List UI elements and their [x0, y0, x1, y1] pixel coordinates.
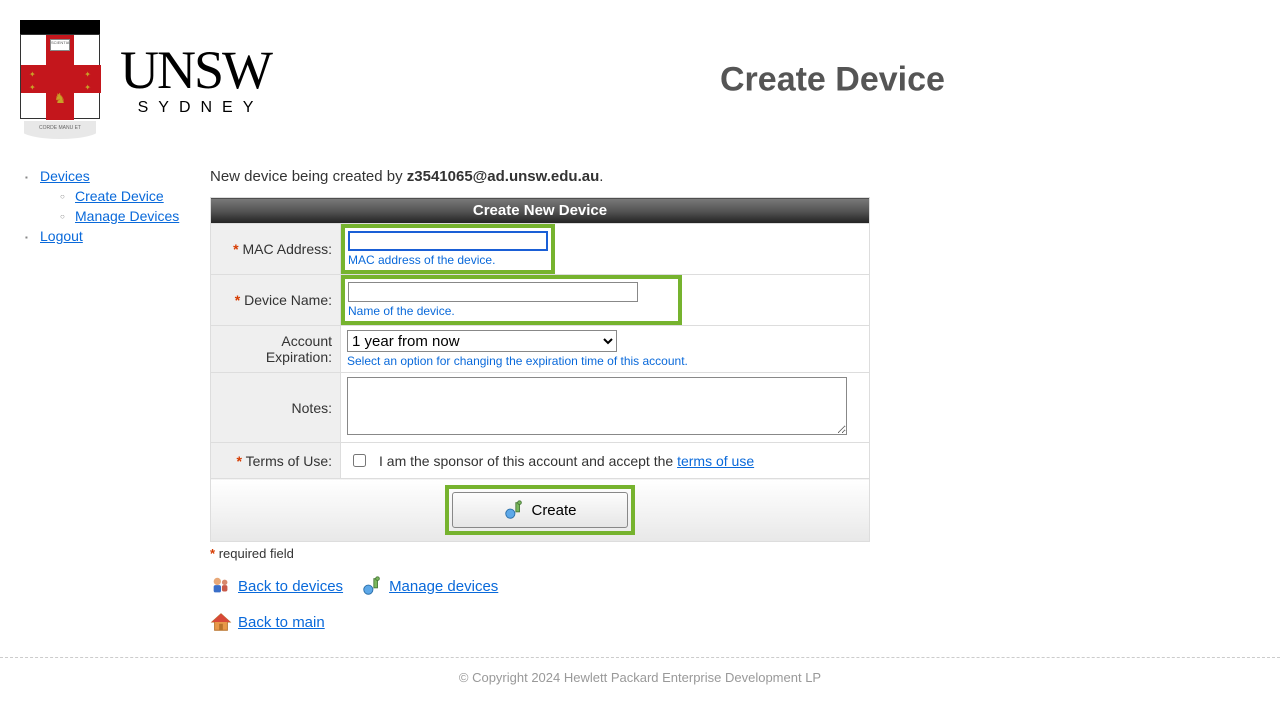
terms-of-use-link[interactable]: terms of use [677, 453, 754, 469]
form-header: Create New Device [211, 198, 870, 224]
create-button[interactable]: Create [452, 492, 627, 528]
highlight-box: MAC address of the device. [341, 224, 555, 274]
required-note: * required field [210, 546, 1270, 561]
sidebar-item-manage-devices[interactable]: Manage Devices [75, 208, 179, 224]
required-indicator: * [235, 292, 240, 308]
manage-devices-link[interactable]: Manage devices [389, 578, 498, 595]
required-indicator: * [237, 453, 242, 469]
create-device-form: Create New Device * MAC Address: MAC add… [210, 197, 870, 542]
back-to-devices-link[interactable]: Back to devices [238, 578, 343, 595]
intro-prefix: New device being created by [210, 168, 407, 185]
notes-label: Notes: [292, 400, 332, 416]
create-button-label: Create [531, 502, 576, 519]
terms-label: Terms of Use: [246, 453, 332, 469]
logo-area: SCIENTIA ✦ ✦ ✦ ✦ ♞ CORDE MANU ET UNSW SY… [20, 20, 271, 140]
back-to-main-link[interactable]: Back to main [238, 614, 325, 631]
intro-text: New device being created by z3541065@ad.… [210, 168, 1270, 185]
unsw-wordmark: UNSW SYDNEY [120, 43, 271, 117]
home-icon [210, 611, 232, 633]
page-title: Create Device [720, 61, 945, 100]
intro-user: z3541065@ad.unsw.edu.au [407, 168, 599, 185]
expiration-select[interactable]: 1 year from now [347, 330, 617, 352]
mac-address-help: MAC address of the device. [348, 253, 548, 267]
sidebar: Devices Create Device Manage Devices Log… [10, 160, 210, 633]
expiration-help: Select an option for changing the expira… [347, 354, 863, 368]
highlight-box: Create [445, 485, 634, 535]
required-indicator: * [233, 241, 238, 257]
mac-address-label: MAC Address: [243, 241, 332, 257]
main-content: New device being created by z3541065@ad.… [210, 160, 1270, 633]
terms-text: I am the sponsor of this account and acc… [379, 453, 754, 469]
sidebar-item-logout[interactable]: Logout [40, 228, 83, 244]
sidebar-item-create-device[interactable]: Create Device [75, 188, 164, 204]
brand-sub: SYDNEY [138, 99, 264, 117]
device-name-input[interactable] [348, 282, 638, 302]
terms-checkbox[interactable] [353, 454, 366, 467]
device-name-help: Name of the device. [348, 304, 638, 318]
sidebar-item-devices[interactable]: Devices [40, 168, 90, 184]
people-icon [210, 575, 232, 597]
header: SCIENTIA ✦ ✦ ✦ ✦ ♞ CORDE MANU ET UNSW SY… [0, 0, 1280, 160]
intro-suffix: . [599, 168, 603, 185]
device-network-icon [361, 575, 383, 597]
mac-address-input[interactable] [348, 231, 548, 251]
footer: © Copyright 2024 Hewlett Packard Enterpr… [0, 657, 1280, 697]
device-network-icon [503, 499, 525, 521]
expiration-label: Account Expiration: [266, 333, 332, 365]
unsw-crest-icon: SCIENTIA ✦ ✦ ✦ ✦ ♞ CORDE MANU ET [20, 20, 100, 140]
notes-textarea[interactable] [347, 377, 847, 435]
highlight-box: Name of the device. [341, 275, 682, 325]
device-name-label: Device Name: [244, 292, 332, 308]
brand-name: UNSW [120, 43, 271, 97]
